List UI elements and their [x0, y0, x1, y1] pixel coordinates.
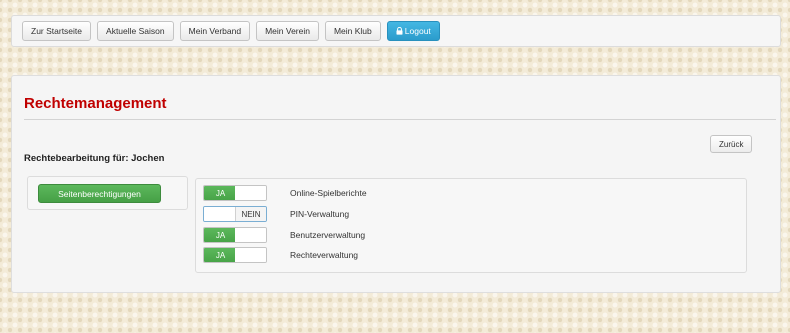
- page-title: Rechtemanagement: [24, 95, 167, 112]
- lock-icon: [396, 27, 403, 35]
- nav-federation-button[interactable]: Mein Verband: [179, 21, 251, 41]
- permission-toggle[interactable]: JA: [203, 247, 267, 263]
- permission-label: PIN-Verwaltung: [290, 209, 350, 219]
- toggle-handle: [235, 248, 266, 262]
- nav-association-button[interactable]: Mein Verein: [256, 21, 319, 41]
- main-panel: Rechtemanagement Zurück Rechtebearbeitun…: [11, 75, 781, 293]
- toggle-on-label: JA: [204, 186, 237, 200]
- permission-label: Rechteverwaltung: [290, 250, 359, 260]
- toggle-handle: [235, 186, 266, 200]
- permission-row-pin-management: NEIN PIN-Verwaltung: [203, 206, 349, 222]
- toggle-off-label: NEIN: [235, 207, 266, 221]
- nav-season-button[interactable]: Aktuelle Saison: [97, 21, 174, 41]
- nav-club-button[interactable]: Mein Klub: [324, 21, 381, 41]
- permission-label: Benutzerverwaltung: [290, 230, 366, 240]
- toggle-on-label: JA: [204, 228, 237, 242]
- nav-home-button[interactable]: Zur Startseite: [22, 21, 92, 41]
- permission-row-online-match-reports: JA Online-Spielberichte: [203, 185, 367, 201]
- permission-label: Online-Spielberichte: [290, 188, 367, 198]
- permission-row-user-management: JA Benutzerverwaltung: [203, 227, 365, 243]
- permission-toggle[interactable]: JA: [203, 227, 267, 243]
- permission-toggle[interactable]: NEIN: [203, 206, 267, 222]
- permissions-list-panel: JA Online-Spielberichte NEIN PIN-Verwalt…: [195, 178, 747, 273]
- permission-category-panel: Seitenberechtigungen: [27, 176, 188, 210]
- permission-toggle[interactable]: JA: [203, 185, 267, 201]
- top-navigation-bar: Zur Startseite Aktuelle Saison Mein Verb…: [11, 15, 781, 47]
- page-permissions-button[interactable]: Seitenberechtigungen: [38, 184, 161, 203]
- permission-row-rights-management: JA Rechteverwaltung: [203, 247, 358, 263]
- title-divider: [24, 119, 776, 120]
- toggle-handle: [235, 228, 266, 242]
- toggle-on-label: JA: [204, 248, 237, 262]
- toggle-handle: [204, 207, 236, 221]
- logout-button[interactable]: Logout: [386, 21, 440, 41]
- logout-label: Logout: [404, 26, 431, 36]
- back-button[interactable]: Zurück: [710, 135, 753, 153]
- rights-editing-heading: Rechtebearbeitung für: Jochen: [24, 153, 165, 164]
